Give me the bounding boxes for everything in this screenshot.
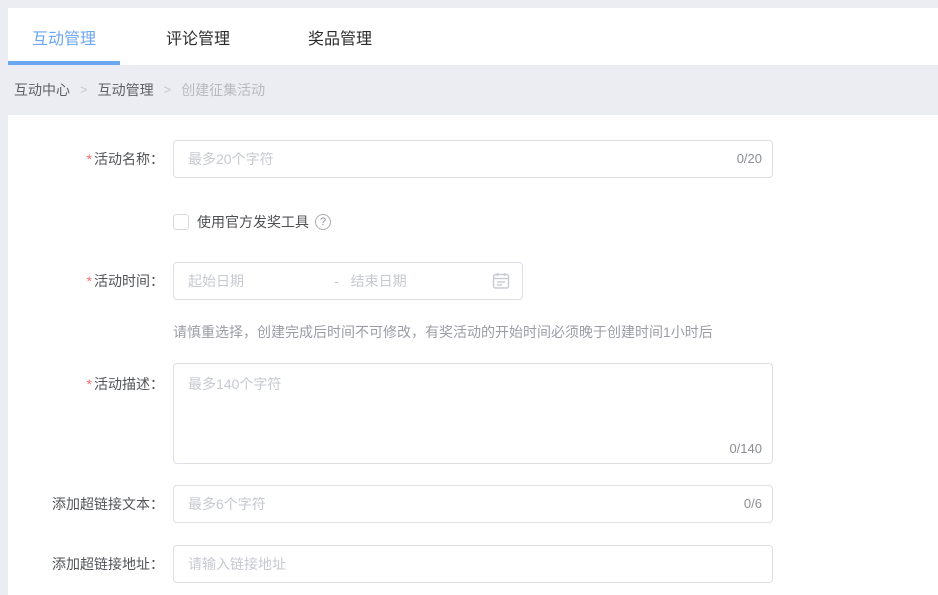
hyperlink-url-row: 添加超链接地址： xyxy=(8,545,938,583)
start-date-field[interactable]: 起始日期 xyxy=(188,271,334,291)
calendar-icon[interactable] xyxy=(492,272,510,290)
activity-name-row: *活动名称： 0/20 xyxy=(8,140,938,178)
create-activity-form-panel: *活动名称： 0/20 使用官方发奖工具 ? *活动时间： 起始日期 - 结束日… xyxy=(8,115,938,595)
hyperlink-url-input[interactable] xyxy=(173,545,773,583)
activity-desc-label: *活动描述： xyxy=(8,363,164,394)
activity-name-input[interactable] xyxy=(173,140,773,178)
end-date-field[interactable]: 结束日期 xyxy=(351,271,492,291)
hyperlink-url-label: 添加超链接地址： xyxy=(8,545,164,583)
tab-interaction-management[interactable]: 互动管理 xyxy=(8,8,120,65)
top-tab-bar: 互动管理 评论管理 奖品管理 xyxy=(8,8,938,65)
tab-comment-management[interactable]: 评论管理 xyxy=(142,8,254,65)
breadcrumb-interaction-management[interactable]: 互动管理 xyxy=(98,80,154,100)
activity-time-label: *活动时间： xyxy=(8,262,164,300)
activity-name-label: *活动名称： xyxy=(8,140,164,178)
breadcrumb-separator-icon: > xyxy=(164,82,172,97)
hyperlink-text-row: 添加超链接文本： 0/6 xyxy=(8,485,938,523)
help-question-icon[interactable]: ? xyxy=(315,214,331,230)
official-tool-checkbox[interactable] xyxy=(173,214,189,230)
breadcrumb-interaction-center[interactable]: 互动中心 xyxy=(14,80,70,100)
activity-desc-row: *活动描述： 0/140 xyxy=(8,363,938,464)
official-tool-row: 使用官方发奖工具 ? xyxy=(173,213,938,231)
breadcrumb-separator-icon: > xyxy=(80,82,88,97)
hyperlink-text-input[interactable] xyxy=(173,485,773,523)
official-tool-label: 使用官方发奖工具 xyxy=(197,212,309,232)
required-marker: * xyxy=(87,376,92,392)
activity-time-hint: 请慎重选择，创建完成后时间不可修改，有奖活动的开始时间必须晚于创建时间1小时后 xyxy=(173,323,938,341)
required-marker: * xyxy=(87,273,92,289)
activity-desc-textarea[interactable] xyxy=(173,363,773,464)
hyperlink-text-label: 添加超链接文本： xyxy=(8,485,164,523)
date-range-separator: - xyxy=(334,273,339,289)
breadcrumb-create-activity: 创建征集活动 xyxy=(181,80,265,100)
activity-time-row: *活动时间： 起始日期 - 结束日期 xyxy=(8,262,938,300)
activity-time-range-picker[interactable]: 起始日期 - 结束日期 xyxy=(173,262,523,300)
tab-prize-management[interactable]: 奖品管理 xyxy=(284,8,396,65)
required-marker: * xyxy=(87,151,92,167)
breadcrumb: 互动中心 > 互动管理 > 创建征集活动 xyxy=(14,64,265,115)
